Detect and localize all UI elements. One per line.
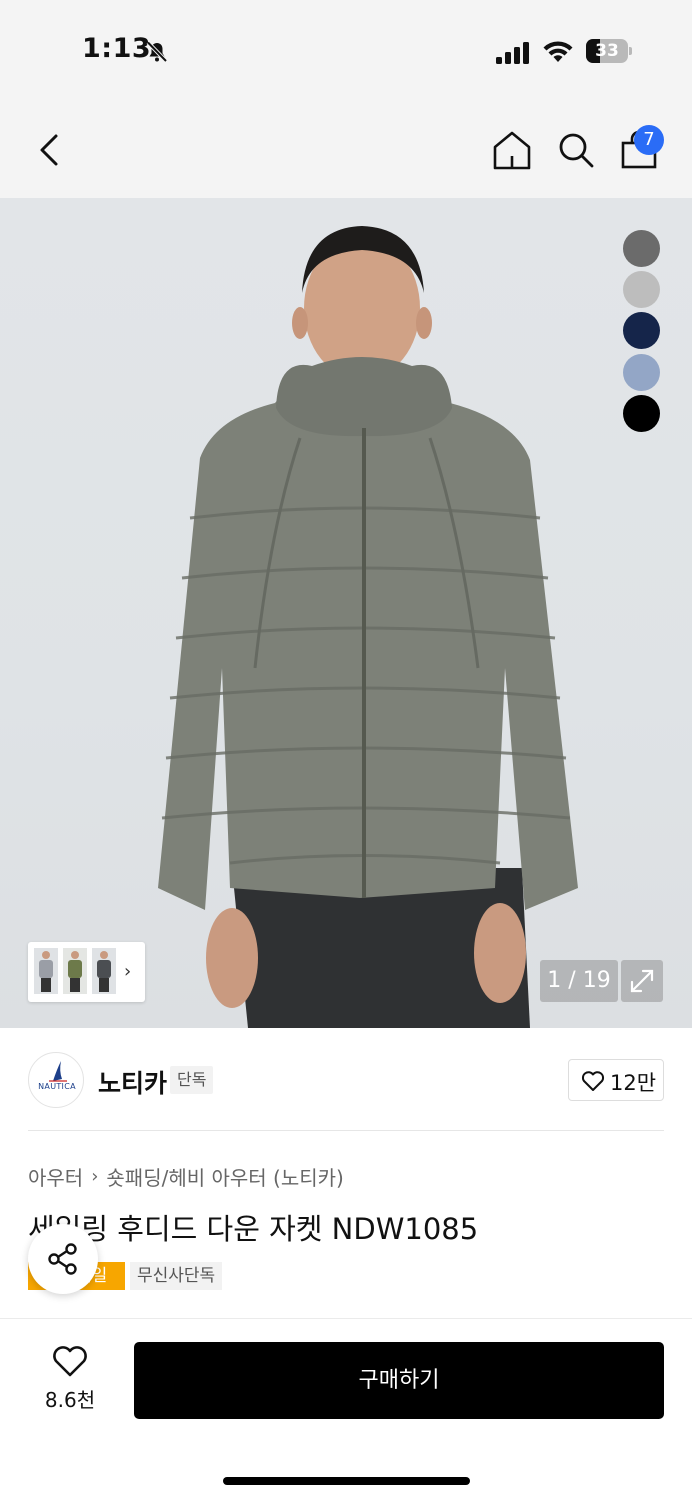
color-swatch-navy[interactable] bbox=[623, 312, 660, 349]
color-swatch-gray[interactable] bbox=[623, 230, 660, 267]
home-icon[interactable] bbox=[490, 128, 534, 172]
brand-logo-text: NAUTICA bbox=[38, 1082, 76, 1091]
share-button[interactable] bbox=[28, 1224, 98, 1294]
wishlist-count: 8.6천 bbox=[44, 1388, 96, 1412]
section-divider bbox=[28, 1130, 664, 1131]
chevron-right-icon: › bbox=[124, 961, 132, 982]
thumbnail-olive-jacket bbox=[63, 948, 87, 994]
battery-icon: 33 bbox=[586, 39, 632, 63]
buy-button[interactable]: 구매하기 bbox=[134, 1342, 664, 1419]
color-swatch-light-blue[interactable] bbox=[623, 354, 660, 391]
battery-tip bbox=[629, 47, 632, 55]
color-swatch-black[interactable] bbox=[623, 395, 660, 432]
wifi-icon bbox=[543, 41, 573, 62]
cellular-signal-icon bbox=[496, 42, 529, 64]
status-bar: 1:13 33 bbox=[0, 0, 692, 100]
wishlist-button[interactable]: 8.6천 bbox=[30, 1340, 110, 1420]
brand-like-button[interactable]: 12만 bbox=[568, 1059, 664, 1101]
battery-body: 33 bbox=[586, 39, 628, 63]
home-indicator bbox=[223, 1477, 470, 1485]
brand-exclusive-tag: 단독 bbox=[170, 1066, 214, 1094]
thumbnail-strip[interactable]: › bbox=[28, 942, 145, 1002]
battery-level-text: 33 bbox=[595, 41, 619, 61]
product-image-gallery[interactable]: › 1 / 19 bbox=[0, 198, 692, 1028]
status-time: 1:13 bbox=[82, 33, 152, 64]
breadcrumb-category[interactable]: 아우터 bbox=[28, 1162, 83, 1191]
chevron-right-icon: › bbox=[91, 1166, 99, 1187]
product-photo-model-jacket bbox=[158, 226, 578, 1028]
product-title: 세일링 후디드 다운 자켓 NDW1085 bbox=[28, 1212, 479, 1246]
thumbnail-dark-jacket bbox=[92, 948, 116, 994]
brand-name[interactable]: 노티카 bbox=[98, 1064, 167, 1100]
thumbnail-gray-jacket bbox=[34, 948, 58, 994]
musinsa-exclusive-badge: 무신사단독 bbox=[130, 1262, 223, 1290]
share-icon bbox=[48, 1243, 77, 1275]
cart-count-badge: 7 bbox=[634, 125, 664, 155]
expand-icon[interactable] bbox=[621, 960, 663, 1002]
back-chevron-icon[interactable] bbox=[30, 128, 70, 172]
color-swatch-light-gray[interactable] bbox=[623, 271, 660, 308]
brand-logo[interactable]: NAUTICA bbox=[28, 1052, 84, 1108]
breadcrumb: 아우터 › 숏패딩/헤비 아우터 (노티카) bbox=[28, 1162, 344, 1191]
heart-icon bbox=[581, 1071, 605, 1091]
breadcrumb-subcategory[interactable]: 숏패딩/헤비 아우터 (노티카) bbox=[106, 1162, 343, 1191]
brand-like-count: 12만 bbox=[610, 1071, 657, 1095]
bottom-bar-divider bbox=[0, 1318, 692, 1319]
sail-logo-icon bbox=[49, 1061, 67, 1082]
bell-muted-icon bbox=[146, 41, 168, 63]
search-icon[interactable] bbox=[554, 128, 598, 172]
heart-icon bbox=[53, 1346, 87, 1377]
top-navigation-bar bbox=[0, 100, 692, 198]
image-pager: 1 / 19 bbox=[540, 960, 618, 1002]
